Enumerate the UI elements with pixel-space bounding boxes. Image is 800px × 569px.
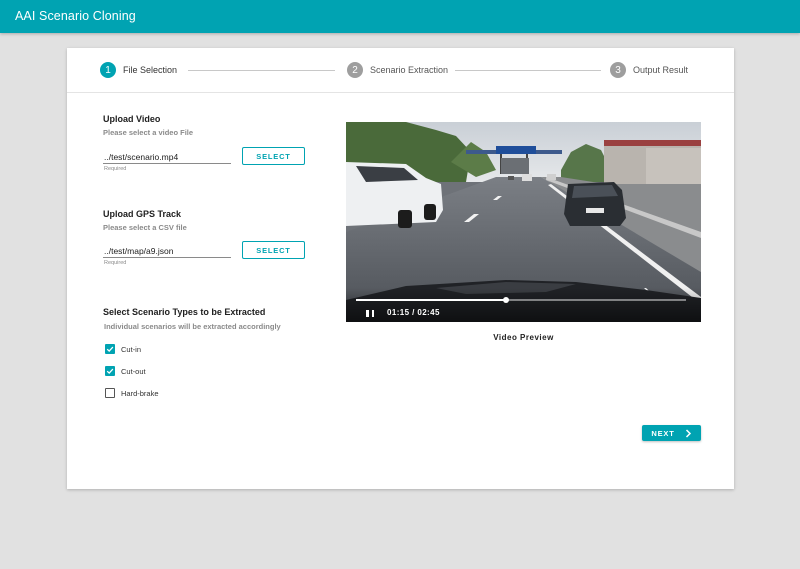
step-label: Scenario Extraction [370, 65, 449, 75]
stepper: 1 File Selection 2 Scenario Extraction 3… [67, 48, 734, 93]
checkbox-cut-out[interactable]: Cut-out [105, 366, 146, 376]
video-required-helper: Required [104, 166, 127, 172]
checkbox-unchecked-icon[interactable] [105, 388, 115, 398]
video-duration: 02:45 [417, 308, 440, 317]
app-bar: AAI Scenario Cloning [0, 0, 800, 33]
upload-gps-title: Upload GPS Track [103, 209, 182, 219]
video-preview-caption: Video Preview [493, 333, 554, 342]
step-number-badge: 3 [610, 62, 626, 78]
checkbox-label: Cut-in [121, 344, 142, 354]
video-time: 01:15 / 02:45 [387, 308, 440, 317]
gps-path-value: ../test/map/a9.json [104, 246, 174, 256]
select-gps-button[interactable]: SELECT [242, 241, 305, 259]
checkbox-checked-icon[interactable] [105, 344, 115, 354]
next-button[interactable]: NEXT [642, 425, 701, 441]
step-file-selection[interactable]: 1 File Selection [100, 62, 177, 78]
scenario-types-subtitle: Individual scenarios will be extracted a… [104, 322, 281, 331]
video-seek-handle[interactable] [503, 297, 510, 303]
checkbox-hard-brake[interactable]: Hard-brake [105, 388, 159, 398]
video-seek-progress [356, 299, 507, 301]
step-connector [455, 70, 601, 71]
video-path-value: ../test/scenario.mp4 [104, 152, 179, 162]
step-number-badge: 2 [347, 62, 363, 78]
step-output-result[interactable]: 3 Output Result [610, 62, 688, 78]
select-video-button[interactable]: SELECT [242, 147, 305, 165]
gps-required-helper: Required [104, 260, 127, 266]
wizard-card: 1 File Selection 2 Scenario Extraction 3… [67, 48, 734, 489]
checkbox-cut-in[interactable]: Cut-in [105, 344, 141, 354]
step-number-badge: 1 [100, 62, 116, 78]
step-label: Output Result [633, 65, 689, 75]
checkbox-label: Cut-out [121, 366, 146, 376]
video-path-field[interactable]: ../test/scenario.mp4 [103, 148, 231, 164]
scenario-types-title: Select Scenario Types to be Extracted [103, 307, 266, 317]
step-scenario-extraction[interactable]: 2 Scenario Extraction [347, 62, 448, 78]
video-current-time: 01:15 [387, 308, 410, 317]
video-player[interactable]: 01:15 / 02:45 [346, 122, 701, 322]
video-seek-bar[interactable] [356, 297, 686, 303]
step-connector [188, 70, 335, 71]
pause-icon[interactable] [366, 310, 374, 317]
gps-path-field[interactable]: ../test/map/a9.json [103, 242, 231, 258]
upload-video-title: Upload Video [103, 114, 161, 124]
step-label: File Selection [123, 65, 178, 75]
upload-gps-subtitle: Please select a CSV file [103, 223, 187, 232]
checkbox-checked-icon[interactable] [105, 366, 115, 376]
chevron-right-icon [685, 428, 691, 438]
upload-video-subtitle: Please select a video File [103, 128, 194, 137]
video-controls: 01:15 / 02:45 [346, 288, 701, 322]
video-time-separator: / [412, 308, 415, 317]
app-title: AAI Scenario Cloning [15, 9, 136, 23]
checkbox-label: Hard-brake [121, 388, 159, 398]
next-button-label: NEXT [651, 428, 675, 438]
